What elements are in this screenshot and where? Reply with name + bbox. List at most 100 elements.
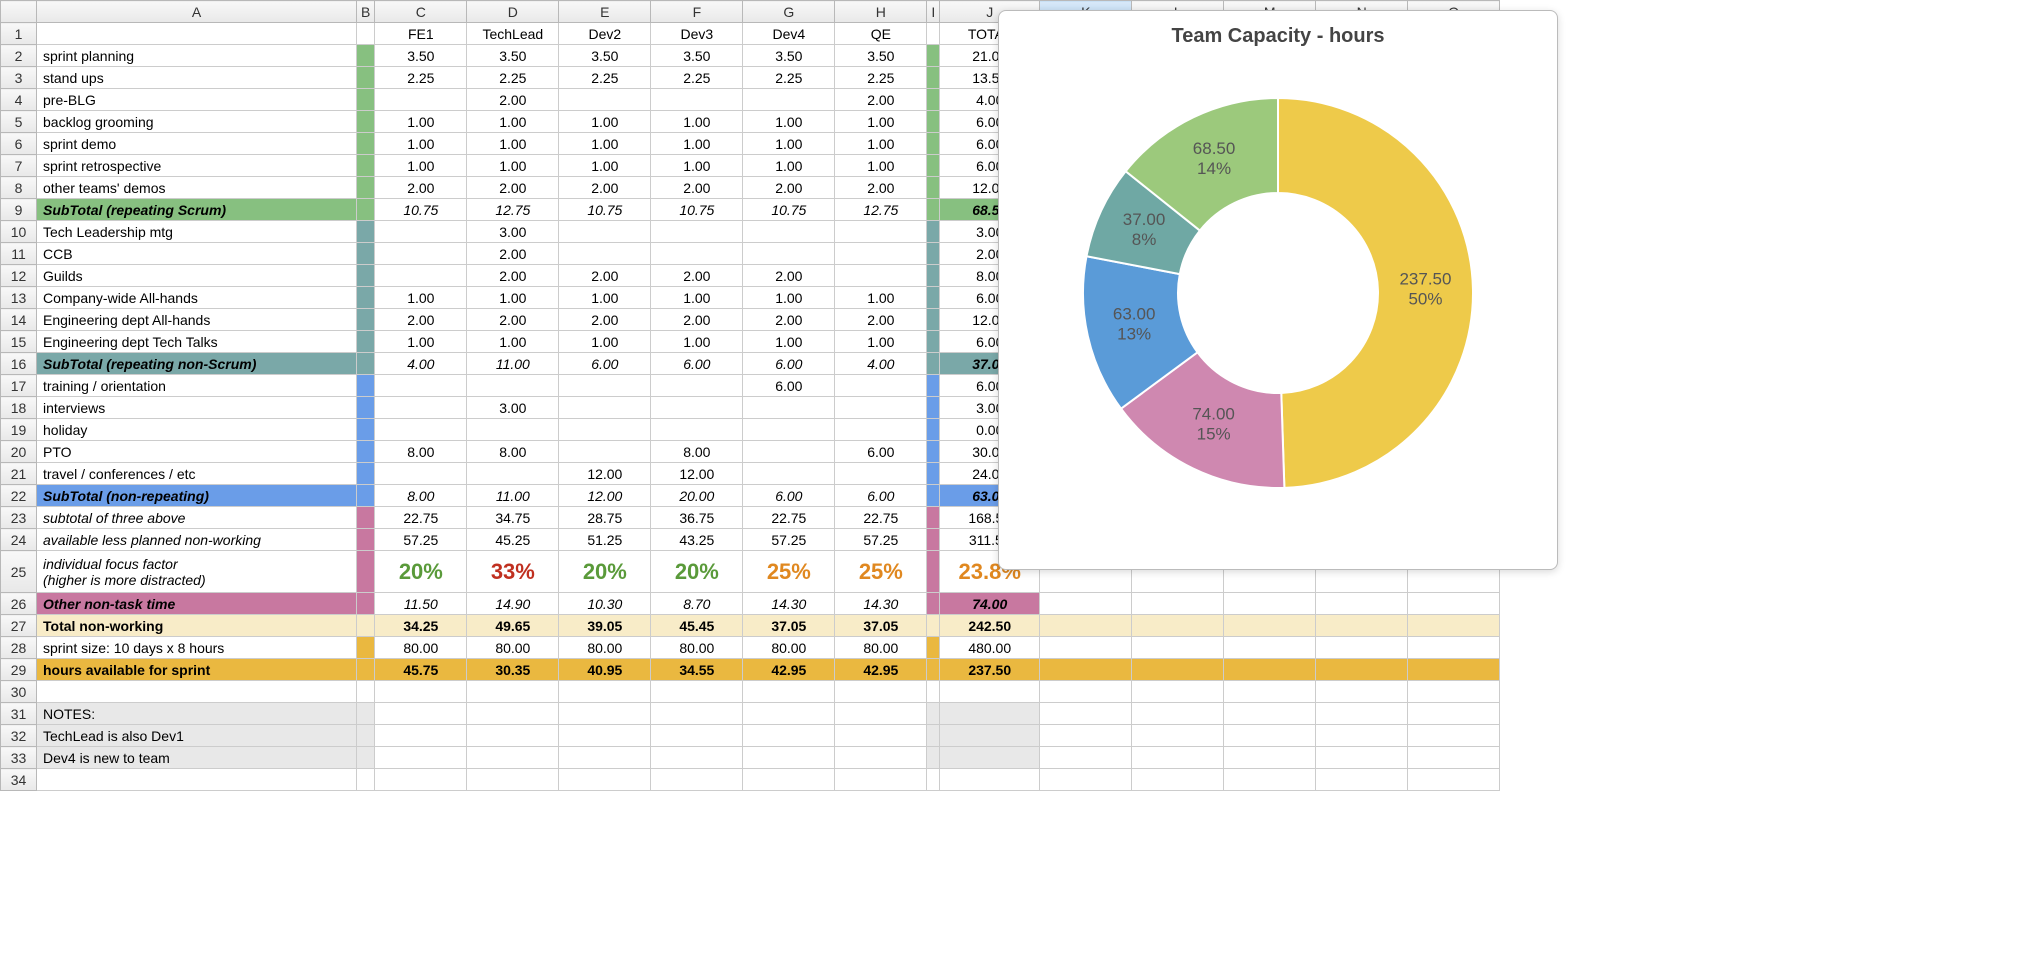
cell-D2[interactable]: 3.50: [467, 45, 559, 67]
cell-I27[interactable]: [927, 615, 940, 637]
cell-M27[interactable]: [1224, 615, 1316, 637]
cell-I25[interactable]: [927, 551, 940, 593]
cell-E29[interactable]: 40.95: [559, 659, 651, 681]
cell-J33[interactable]: [940, 747, 1040, 769]
cell-F4[interactable]: [651, 89, 743, 111]
cell-B34[interactable]: [357, 769, 375, 791]
cell-E11[interactable]: [559, 243, 651, 265]
chart-container[interactable]: Team Capacity - hours 237.5050%74.0015%6…: [998, 10, 1558, 570]
cell-E13[interactable]: 1.00: [559, 287, 651, 309]
cell-I23[interactable]: [927, 507, 940, 529]
row-header[interactable]: 14: [1, 309, 37, 331]
cell-C13[interactable]: 1.00: [375, 287, 467, 309]
cell-F26[interactable]: 8.70: [651, 593, 743, 615]
row-34[interactable]: 34: [1, 769, 1500, 791]
cell-K34[interactable]: [1040, 769, 1132, 791]
cell-D1[interactable]: TechLead: [467, 23, 559, 45]
cell-J28[interactable]: 480.00: [940, 637, 1040, 659]
cell-A1[interactable]: [37, 23, 357, 45]
cell-O33[interactable]: [1408, 747, 1500, 769]
row-header[interactable]: 33: [1, 747, 37, 769]
cell-G30[interactable]: [743, 681, 835, 703]
cell-F29[interactable]: 34.55: [651, 659, 743, 681]
cell-N32[interactable]: [1316, 725, 1408, 747]
cell-E32[interactable]: [559, 725, 651, 747]
cell-M32[interactable]: [1224, 725, 1316, 747]
row-33[interactable]: 33Dev4 is new to team: [1, 747, 1500, 769]
cell-G34[interactable]: [743, 769, 835, 791]
cell-B23[interactable]: [357, 507, 375, 529]
cell-C4[interactable]: [375, 89, 467, 111]
cell-B18[interactable]: [357, 397, 375, 419]
cell-D32[interactable]: [467, 725, 559, 747]
cell-A23[interactable]: subtotal of three above: [37, 507, 357, 529]
cell-A34[interactable]: [37, 769, 357, 791]
cell-N26[interactable]: [1316, 593, 1408, 615]
cell-E10[interactable]: [559, 221, 651, 243]
col-A[interactable]: A: [37, 1, 357, 23]
row-header[interactable]: 28: [1, 637, 37, 659]
row-header[interactable]: 4: [1, 89, 37, 111]
cell-C3[interactable]: 2.25: [375, 67, 467, 89]
cell-F12[interactable]: 2.00: [651, 265, 743, 287]
cell-I30[interactable]: [927, 681, 940, 703]
cell-I34[interactable]: [927, 769, 940, 791]
cell-H23[interactable]: 22.75: [835, 507, 927, 529]
cell-D7[interactable]: 1.00: [467, 155, 559, 177]
cell-M33[interactable]: [1224, 747, 1316, 769]
cell-H19[interactable]: [835, 419, 927, 441]
cell-B25[interactable]: [357, 551, 375, 593]
cell-K28[interactable]: [1040, 637, 1132, 659]
cell-B5[interactable]: [357, 111, 375, 133]
cell-D33[interactable]: [467, 747, 559, 769]
cell-L34[interactable]: [1132, 769, 1224, 791]
cell-G2[interactable]: 3.50: [743, 45, 835, 67]
cell-G6[interactable]: 1.00: [743, 133, 835, 155]
cell-C34[interactable]: [375, 769, 467, 791]
cell-A32[interactable]: TechLead is also Dev1: [37, 725, 357, 747]
cell-N27[interactable]: [1316, 615, 1408, 637]
row-header[interactable]: 27: [1, 615, 37, 637]
cell-I21[interactable]: [927, 463, 940, 485]
cell-B17[interactable]: [357, 375, 375, 397]
cell-H24[interactable]: 57.25: [835, 529, 927, 551]
cell-E3[interactable]: 2.25: [559, 67, 651, 89]
cell-B20[interactable]: [357, 441, 375, 463]
cell-I1[interactable]: [927, 23, 940, 45]
cell-B3[interactable]: [357, 67, 375, 89]
corner-cell[interactable]: [1, 1, 37, 23]
row-header[interactable]: 30: [1, 681, 37, 703]
cell-K27[interactable]: [1040, 615, 1132, 637]
cell-I12[interactable]: [927, 265, 940, 287]
cell-K26[interactable]: [1040, 593, 1132, 615]
cell-G9[interactable]: 10.75: [743, 199, 835, 221]
cell-A5[interactable]: backlog grooming: [37, 111, 357, 133]
cell-B4[interactable]: [357, 89, 375, 111]
cell-D19[interactable]: [467, 419, 559, 441]
cell-I11[interactable]: [927, 243, 940, 265]
cell-L33[interactable]: [1132, 747, 1224, 769]
cell-O27[interactable]: [1408, 615, 1500, 637]
col-D[interactable]: D: [467, 1, 559, 23]
cell-B27[interactable]: [357, 615, 375, 637]
cell-D8[interactable]: 2.00: [467, 177, 559, 199]
cell-O32[interactable]: [1408, 725, 1500, 747]
cell-N29[interactable]: [1316, 659, 1408, 681]
cell-E12[interactable]: 2.00: [559, 265, 651, 287]
cell-M34[interactable]: [1224, 769, 1316, 791]
cell-A6[interactable]: sprint demo: [37, 133, 357, 155]
cell-D14[interactable]: 2.00: [467, 309, 559, 331]
cell-D30[interactable]: [467, 681, 559, 703]
cell-J29[interactable]: 237.50: [940, 659, 1040, 681]
cell-F21[interactable]: 12.00: [651, 463, 743, 485]
cell-J31[interactable]: [940, 703, 1040, 725]
cell-C33[interactable]: [375, 747, 467, 769]
cell-K31[interactable]: [1040, 703, 1132, 725]
row-header[interactable]: 22: [1, 485, 37, 507]
row-header[interactable]: 26: [1, 593, 37, 615]
cell-B12[interactable]: [357, 265, 375, 287]
cell-E7[interactable]: 1.00: [559, 155, 651, 177]
col-F[interactable]: F: [651, 1, 743, 23]
cell-D31[interactable]: [467, 703, 559, 725]
cell-I5[interactable]: [927, 111, 940, 133]
